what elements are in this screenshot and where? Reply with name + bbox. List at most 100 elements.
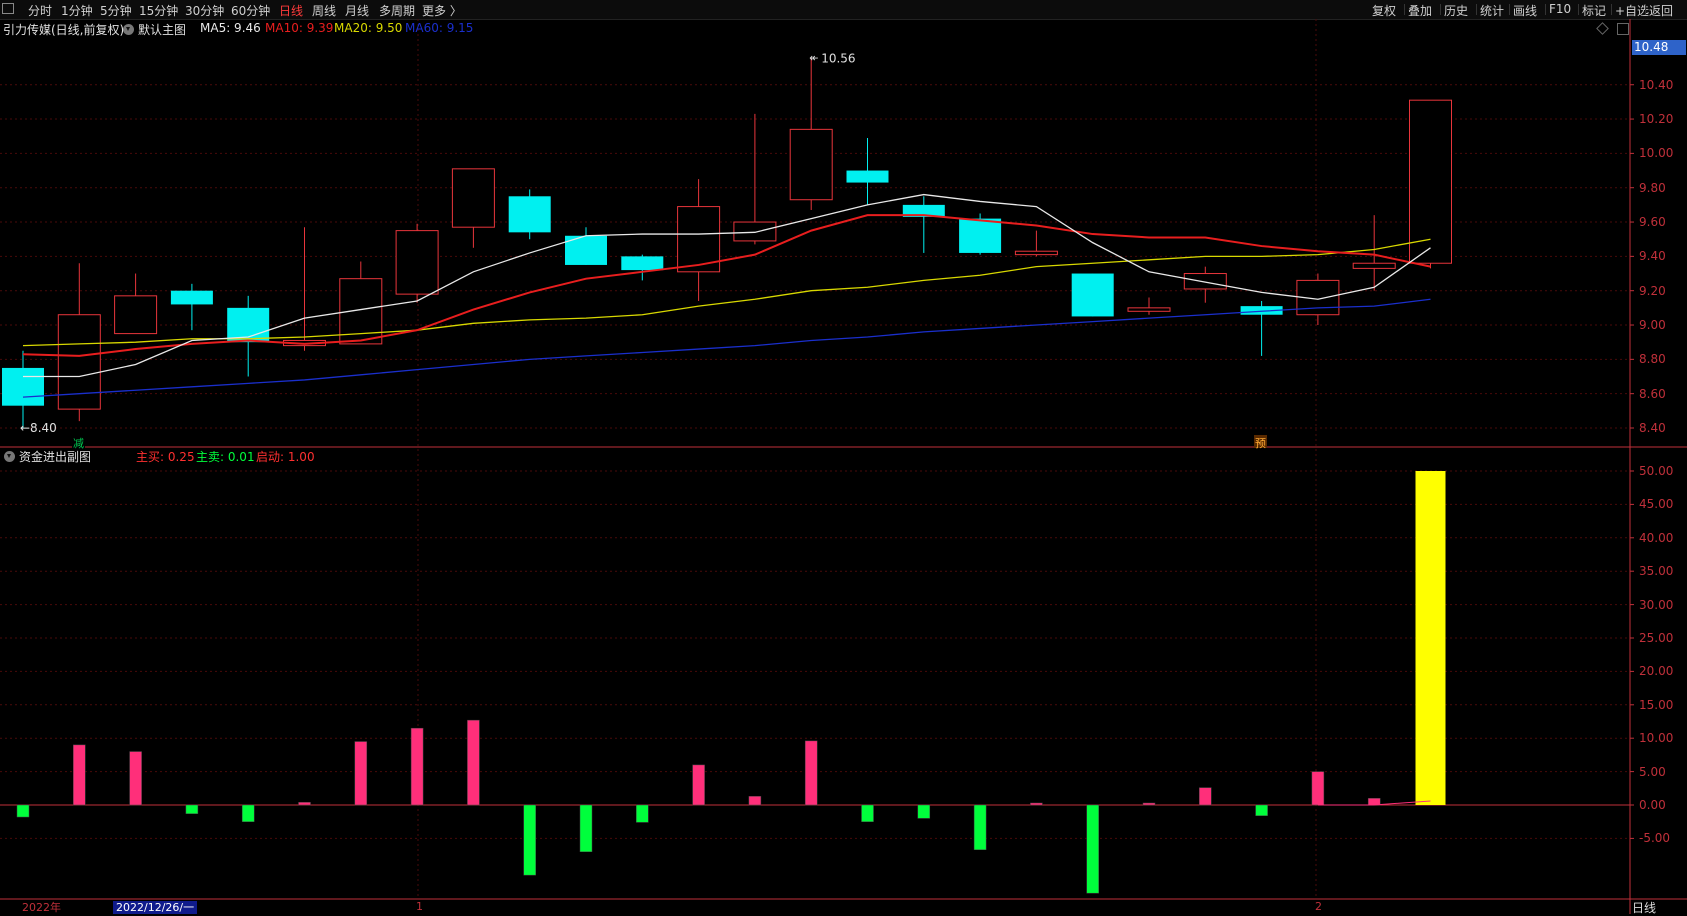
ma10-value: MA10: 9.39 [265, 21, 334, 35]
toolbar-period-0[interactable]: 分时 [28, 2, 52, 19]
candle-body-up [1127, 307, 1171, 312]
window-toggle-icon[interactable] [1617, 23, 1629, 35]
candle-body-up [1409, 99, 1452, 264]
fund-bar-sell [1255, 804, 1268, 816]
sub-indicator-dropdown-icon[interactable] [4, 451, 15, 462]
footer-month-2: 2 [1315, 900, 1322, 913]
main-indicator-dropdown-icon[interactable] [123, 24, 134, 35]
toolbar-tool-6[interactable]: 标记 [1582, 2, 1606, 19]
fund-bar-buy [1030, 802, 1043, 806]
toolbar-period-3[interactable]: 15分钟 [139, 2, 178, 19]
fund-bar-sell [579, 804, 593, 853]
fund-tick-label: 30.00 [1639, 597, 1674, 612]
toolbar-period-8[interactable]: 月线 [345, 2, 369, 19]
fund-bar-buy [748, 796, 762, 806]
toolbar-separator [1545, 4, 1546, 15]
toolbar-separator [1440, 4, 1441, 15]
candle-body-up [733, 221, 777, 242]
sub-indicator-name[interactable]: 资金进出副图 [19, 448, 91, 465]
price-tick-label: 10.40 [1639, 77, 1674, 92]
toolbar-tool-3[interactable]: 统计 [1480, 2, 1504, 19]
fund-tick-label: 45.00 [1639, 497, 1674, 512]
fund-bar-buy [1199, 787, 1212, 806]
candle-body-up [1014, 250, 1058, 256]
main-buy-value: 主买: 0.25 [136, 450, 195, 464]
fund-tick-label: 50.00 [1639, 464, 1674, 478]
current-price-tag: 10.48 [1632, 40, 1686, 55]
price-tick-label: 9.80 [1639, 180, 1666, 195]
toolbar-separator [1645, 4, 1646, 15]
footer-period-label: 日线 [1632, 901, 1657, 915]
main-indicator-name[interactable]: 默认主图 [138, 21, 186, 38]
candle-body-up [451, 168, 495, 228]
fund-bar-sell [1086, 804, 1099, 894]
toolbar-tool-2[interactable]: 历史 [1444, 2, 1468, 19]
price-tick-label: 10.20 [1639, 112, 1674, 127]
fund-bar-sell [917, 804, 931, 819]
candle-body-up [789, 128, 833, 201]
fund-bar-sell [16, 804, 30, 818]
fund-bar-buy [410, 727, 424, 806]
fund-bar-sell [523, 804, 536, 876]
fund-bar-buy [467, 719, 480, 806]
fund-bar-sell [636, 804, 649, 823]
toolbar-period-7[interactable]: 周线 [312, 2, 336, 19]
candle-body-down [1071, 273, 1114, 317]
fund-tick-label: 35.00 [1639, 564, 1674, 579]
chart-area: 10.56↞←8.40减预 [0, 19, 1687, 914]
toolbar-tool-4[interactable]: 画线 [1513, 2, 1537, 19]
price-tick-label: 8.80 [1639, 352, 1666, 367]
toolbar-separator [1611, 4, 1612, 15]
menu-icon[interactable] [2, 3, 14, 14]
toolbar-period-1[interactable]: 1分钟 [61, 2, 93, 19]
toolbar-period-5[interactable]: 60分钟 [231, 2, 270, 19]
candle-body-up [1352, 262, 1396, 269]
fund-bar-buy [1311, 771, 1325, 806]
fund-bar-buy [298, 802, 311, 806]
toolbar-tool-8[interactable]: 返回 [1649, 2, 1673, 19]
fund-bar-buy [129, 751, 142, 806]
fund-tick-label: 20.00 [1639, 664, 1674, 679]
toolbar-tool-0[interactable]: 复权 [1372, 2, 1396, 19]
fund-bar-buy [804, 740, 818, 806]
toolbar-period-4[interactable]: 30分钟 [185, 2, 224, 19]
candle-body-down [170, 290, 213, 305]
tag-pre: 预 [1255, 437, 1266, 450]
fund-bar-sell [185, 804, 199, 814]
footer-month-1: 1 [416, 900, 423, 913]
toolbar-period-10[interactable]: 更多 〉 [422, 2, 462, 19]
main-sell-value: 主卖: 0.01 [196, 450, 255, 464]
price-tick-label: 9.60 [1639, 215, 1666, 230]
fund-bar-buy [354, 741, 368, 806]
period-toolbar: 分时 1分钟 5分钟 15分钟 30分钟 60分钟 日线 周线 月线 多周期 更多 〉 复权 叠加 历史… [0, 0, 1687, 20]
price-tick-label: 10.00 [1639, 146, 1674, 161]
fund-bar-buy [73, 744, 86, 806]
candle-body-up [1183, 273, 1227, 290]
toolbar-period-6[interactable]: 日线 [279, 2, 303, 19]
toolbar-tool-5[interactable]: F10 [1549, 2, 1571, 16]
high-price-label: 10.56 [821, 51, 855, 65]
fund-bar-buy [692, 764, 705, 806]
price-tick-label: 8.60 [1639, 386, 1666, 401]
candle-body-down [2, 367, 44, 406]
fund-tick-label: 40.00 [1639, 530, 1674, 545]
start-value: 启动: 1.00 [256, 450, 315, 464]
fund-tick-label: 25.00 [1639, 631, 1674, 645]
candle-body-down [508, 196, 551, 233]
fund-tick-label: 0.00 [1639, 798, 1666, 812]
candle-body-up [395, 230, 439, 295]
fund-bar-sell [241, 804, 255, 822]
price-tick-label: 9.20 [1639, 283, 1666, 298]
price-tick-label: 9.40 [1639, 249, 1666, 264]
toolbar-tool-1[interactable]: 叠加 [1408, 2, 1432, 19]
low-price-label: ←8.40 [20, 421, 57, 435]
toolbar-period-9[interactable]: 多周期 [379, 2, 415, 19]
candle-body-down [621, 256, 664, 271]
candle-body-down [846, 170, 889, 183]
fund-tick-label: 10.00 [1639, 731, 1674, 746]
toolbar-separator [1404, 4, 1405, 15]
fund-bar-sell [973, 804, 987, 851]
footer-date-cursor: 2022/12/26/一 [113, 901, 198, 914]
toolbar-period-2[interactable]: 5分钟 [100, 2, 132, 19]
toolbar-tool-7[interactable]: +自选 [1615, 2, 1649, 19]
